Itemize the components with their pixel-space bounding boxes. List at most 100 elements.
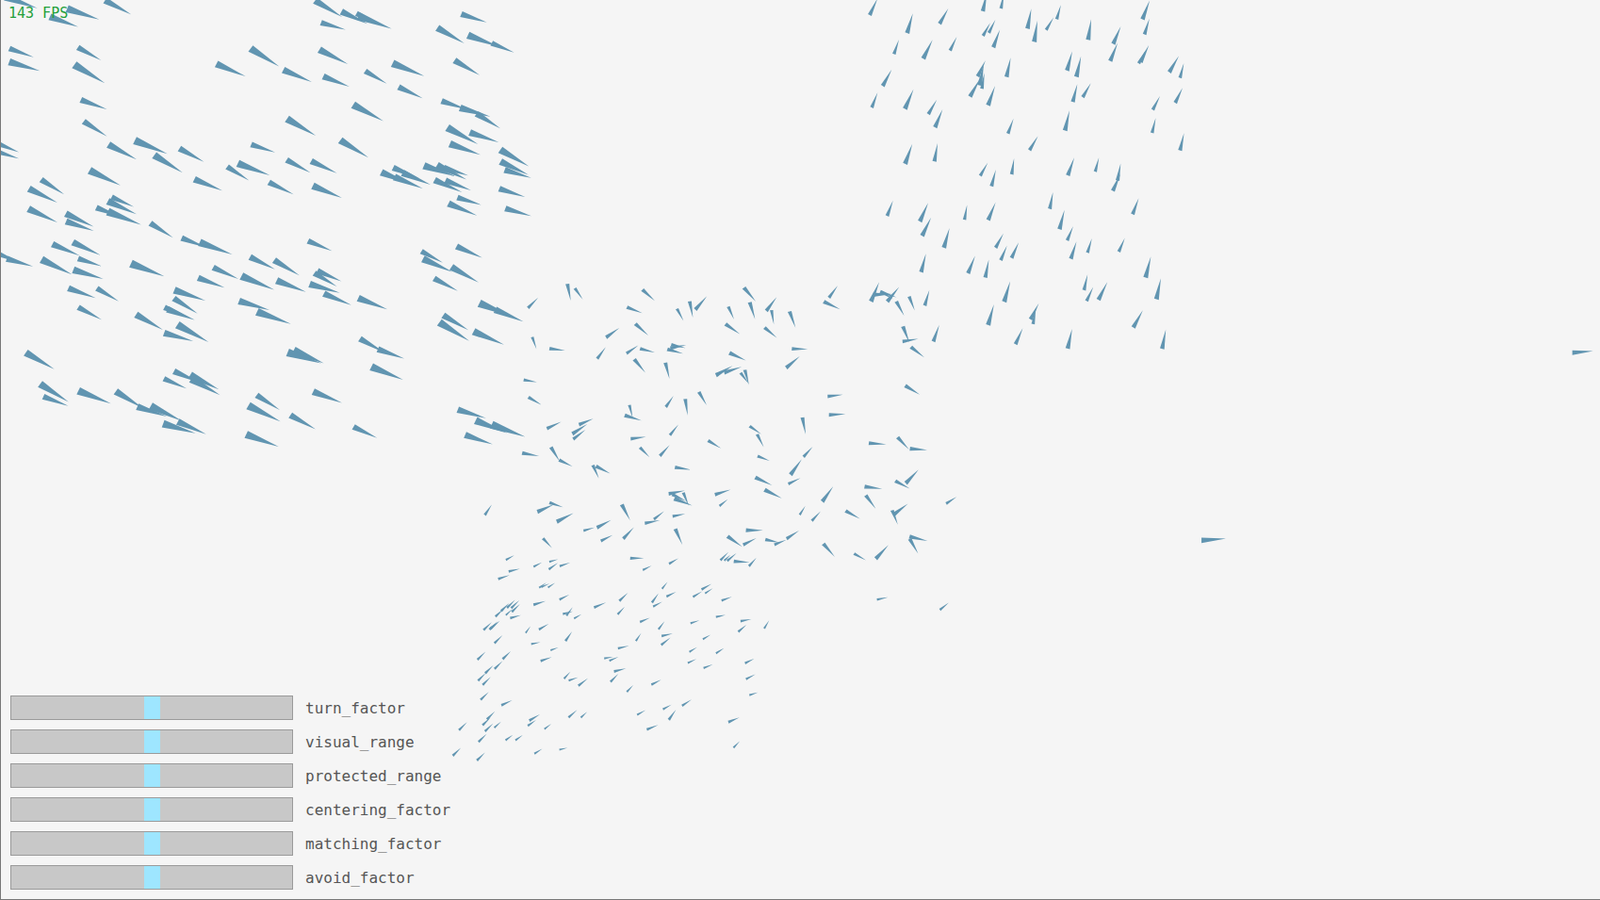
boid [421,255,453,272]
boid [489,40,514,52]
boid [787,477,801,486]
boid [310,182,343,198]
boid [625,685,634,693]
slider-track[interactable] [10,763,294,788]
boid [163,375,187,389]
boid [979,73,984,90]
boid [129,260,164,277]
boid [288,412,316,430]
boid [1047,192,1053,210]
boid [514,734,523,741]
boid [596,520,612,530]
boid [672,513,686,518]
boid [600,535,613,543]
boid [524,625,531,634]
slider-knob[interactable] [144,764,161,787]
boid [459,11,487,23]
boid [765,538,780,543]
boid [651,679,662,686]
boid [617,606,625,616]
boid [1006,118,1014,135]
boid [457,406,487,418]
boid [1082,274,1089,291]
slider-track[interactable] [10,831,294,856]
boid [595,346,605,360]
boid [638,446,651,458]
boid [902,338,919,343]
slider-row: visual_range [10,729,453,754]
boid [449,263,479,282]
boid [644,520,660,525]
boid [749,424,762,435]
boid [687,301,693,318]
boid [1177,132,1184,151]
slider-track[interactable] [10,865,294,890]
boid [625,345,638,356]
boid [505,555,514,561]
boid [493,306,524,322]
boid [689,620,700,624]
boid [165,306,195,320]
boid [244,430,278,447]
boid [985,85,996,106]
boid [502,651,511,660]
slider-knob[interactable] [144,865,161,889]
boid [376,346,405,360]
boid [26,205,58,223]
boid [422,162,456,177]
boid [1085,18,1092,40]
boid [498,185,526,197]
boid [317,46,348,65]
boid [1065,226,1074,242]
slider-knob[interactable] [144,832,161,855]
boid [503,166,531,178]
boid [642,565,653,572]
boid [904,469,919,485]
boid [728,351,747,361]
boid [688,647,698,654]
boid [7,58,40,71]
boid [687,658,698,664]
slider-knob[interactable] [144,730,161,753]
boid [501,700,513,707]
boid [558,594,570,601]
boid [941,228,949,249]
boid [473,417,507,434]
boid [593,602,606,609]
boid [27,185,58,203]
boid [763,620,769,629]
boid [931,325,940,343]
boid [178,146,205,163]
boid [1572,350,1594,356]
boid [506,600,515,609]
slider-knob[interactable] [144,696,161,719]
boid [742,538,757,547]
boid [248,45,280,66]
boid [769,310,774,325]
boid [791,346,808,351]
boid [527,719,537,727]
boid [670,342,686,348]
slider-track[interactable] [10,797,294,822]
boid [1031,20,1038,43]
boid [1068,241,1077,260]
boid [683,398,688,416]
boid [583,527,595,533]
boid [726,534,743,547]
boid [604,656,614,660]
slider-knob[interactable] [144,798,161,821]
boid [148,220,174,238]
boid [392,174,424,190]
boid [351,101,384,122]
boid [440,97,467,110]
boid [65,5,100,20]
boid [510,604,520,613]
slider-track[interactable] [10,695,294,720]
boid [8,46,34,58]
boid [1013,327,1023,345]
boid [902,144,913,165]
boid [618,592,628,603]
slider-track[interactable] [10,729,294,754]
boid [489,621,498,631]
boid [1178,63,1185,79]
